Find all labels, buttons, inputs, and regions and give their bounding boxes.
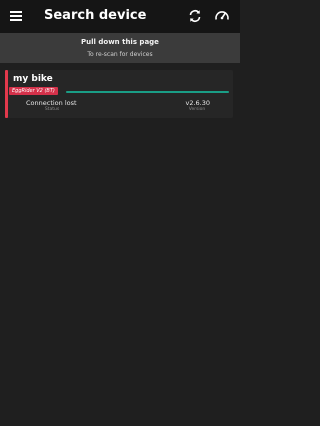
- device-type-badge: EggRider V2 (BT): [9, 87, 58, 95]
- version-caption: Version: [188, 107, 206, 112]
- card-accent-bar: [5, 70, 8, 118]
- refresh-icon[interactable]: [187, 8, 203, 24]
- rescan-hint: Pull down this page To re-scan for devic…: [0, 33, 240, 63]
- page-title: Search device: [44, 8, 147, 23]
- app-bar: Search device: [0, 0, 240, 33]
- gauge-icon[interactable]: [214, 8, 230, 24]
- device-name: my bike: [13, 74, 53, 84]
- device-card[interactable]: my bike EggRider V2 (BT) Connection lost…: [5, 70, 233, 118]
- hint-subtitle: To re-scan for devices: [87, 51, 153, 58]
- signal-strength-bar: [66, 91, 229, 93]
- status-caption: Status: [44, 107, 60, 112]
- signal-strength-fill: [66, 91, 229, 93]
- menu-icon[interactable]: [10, 11, 22, 21]
- hint-title: Pull down this page: [81, 38, 159, 46]
